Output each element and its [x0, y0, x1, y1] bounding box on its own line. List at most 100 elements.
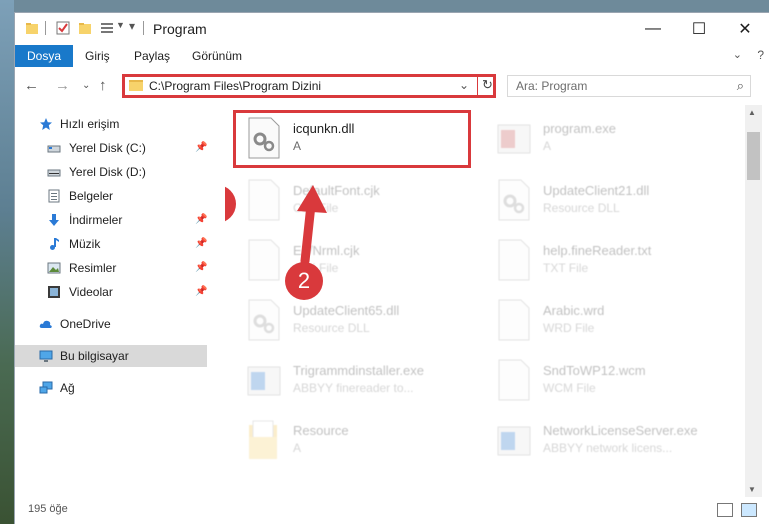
sidebar-item-local-disk-c[interactable]: Yerel Disk (C:) 📌	[15, 137, 207, 159]
sidebar-item-music[interactable]: Müzik 📌	[15, 233, 207, 255]
large-icons-view-icon[interactable]	[741, 503, 757, 517]
exe-icon	[497, 124, 531, 154]
dll-gear-icon	[248, 117, 280, 159]
file-name: UpdateClient21.dll	[543, 183, 650, 198]
download-icon	[49, 214, 59, 226]
tab-view[interactable]: Görünüm	[192, 45, 242, 67]
file-list: icqunkn.dll A DefaultFont.cjk CJK File E…	[225, 105, 745, 495]
file-item[interactable]: UpdateClient65.dll Resource DLL	[237, 295, 477, 355]
sidebar-item-videos[interactable]: Videolar 📌	[15, 281, 207, 303]
address-bar[interactable]: C:\Program Files\Program Dizini ⌄ ↻	[122, 74, 496, 98]
file-type: A	[543, 139, 552, 153]
close-button[interactable]: ✕	[722, 13, 768, 45]
cloud-icon	[39, 320, 52, 328]
file-item[interactable]: NetworkLicenseServer.exe ABBYY network l…	[487, 415, 727, 475]
tab-home[interactable]: Giriş	[85, 45, 110, 67]
properties-icon[interactable]	[56, 21, 70, 35]
sidebar-item-documents[interactable]: Belgeler	[15, 185, 207, 207]
tab-file[interactable]: Dosya	[15, 45, 74, 67]
annotation-badge-2: 2	[285, 262, 323, 300]
sidebar-item-label: Hızlı erişim	[60, 117, 120, 131]
computer-icon	[39, 350, 53, 362]
forward-arrow-icon[interactable]: →	[55, 77, 70, 94]
maximize-button[interactable]: ☐	[676, 13, 722, 45]
item-count: 195 öğe	[28, 503, 68, 515]
file-item[interactable]: program.exe A	[487, 113, 727, 173]
drive-icon	[47, 169, 61, 177]
music-icon	[50, 238, 59, 250]
status-bar: 195 öğe	[15, 497, 769, 524]
file-name: program.exe	[543, 121, 616, 136]
pin-icon[interactable]: 📌	[195, 214, 207, 225]
search-placeholder: Ara: Program	[516, 79, 588, 93]
file-item[interactable]: icqunkn.dll A	[237, 113, 477, 173]
chevron-down-icon[interactable]: ⌄	[459, 78, 469, 92]
file-item[interactable]: Trigrammdinstaller.exe ABBYY finereader …	[237, 355, 477, 415]
exe-icon	[497, 426, 531, 456]
file-type: ABBYY network licens...	[543, 441, 673, 455]
recent-locations-icon[interactable]: ⌄	[82, 80, 90, 91]
sidebar-item-onedrive[interactable]: OneDrive	[15, 313, 207, 335]
file-type: Resource DLL	[293, 321, 370, 335]
file-type: CJK File	[293, 201, 339, 215]
pin-icon[interactable]: 📌	[195, 142, 207, 153]
blank-file-icon	[248, 239, 280, 281]
file-type: WRD File	[543, 321, 595, 335]
details-view-icon[interactable]	[717, 503, 733, 517]
minimize-button[interactable]: —	[630, 13, 676, 45]
sidebar-item-label: Videolar	[69, 285, 113, 299]
annotation-badge-1: 1	[225, 185, 236, 223]
file-name: UpdateClient65.dll	[293, 303, 400, 318]
blank-file-icon	[248, 179, 280, 221]
file-name: Resource	[293, 423, 349, 438]
chevron-down-icon[interactable]: ▼	[116, 20, 125, 30]
address-path[interactable]: C:\Program Files\Program Dizini	[149, 79, 321, 93]
new-folder-icon[interactable]	[78, 21, 92, 35]
folder-doc-icon	[249, 420, 277, 459]
sidebar-item-local-disk-d[interactable]: Yerel Disk (D:)	[15, 161, 207, 183]
back-arrow-icon[interactable]: ←	[24, 77, 39, 94]
vertical-scrollbar[interactable]: ▲ ▼	[745, 105, 762, 497]
customize-icon[interactable]	[100, 21, 114, 35]
expand-ribbon-icon[interactable]: ⌄	[733, 48, 742, 61]
file-item[interactable]: UpdateClient21.dll Resource DLL	[487, 175, 727, 235]
file-item[interactable]: SndToWP12.wcm WCM File	[487, 355, 727, 415]
ribbon-tabs: Dosya Giriş Paylaş Görünüm ⌄ ?	[15, 45, 769, 67]
sidebar-item-downloads[interactable]: İndirmeler 📌	[15, 209, 207, 231]
scroll-down-icon[interactable]: ▼	[748, 485, 756, 494]
search-icon[interactable]: ⌕	[737, 78, 744, 94]
quick-access-dropdown-icon[interactable]: ▾	[129, 19, 135, 33]
refresh-icon[interactable]: ↻	[477, 74, 497, 95]
file-item[interactable]: help.fineReader.txt TXT File	[487, 235, 727, 295]
pin-icon[interactable]: 📌	[195, 262, 207, 273]
navigation-pane: Hızlı erişim Yerel Disk (C:) 📌 Yerel Dis…	[15, 105, 211, 495]
sidebar-item-label: İndirmeler	[69, 213, 123, 227]
search-input[interactable]: Ara: Program ⌕	[507, 75, 751, 97]
sidebar-item-pictures[interactable]: Resimler 📌	[15, 257, 207, 279]
file-item[interactable]: DefaultFont.cjk CJK File	[237, 175, 477, 235]
up-arrow-icon[interactable]: ↑	[99, 77, 107, 94]
pin-icon[interactable]: 📌	[195, 286, 207, 297]
help-icon[interactable]: ?	[757, 48, 764, 62]
file-item[interactable]: Arabic.wrd WRD File	[487, 295, 727, 355]
scroll-thumb[interactable]	[747, 132, 760, 180]
file-item[interactable]: Resource A	[237, 415, 477, 475]
file-name: Trigrammdinstaller.exe	[293, 363, 425, 378]
scroll-up-icon[interactable]: ▲	[748, 108, 756, 117]
star-icon	[40, 118, 52, 130]
pin-icon[interactable]: 📌	[195, 238, 207, 249]
sidebar-item-label: OneDrive	[60, 317, 111, 331]
file-name: NetworkLicenseServer.exe	[543, 423, 698, 438]
pictures-icon	[47, 262, 61, 274]
tab-share[interactable]: Paylaş	[134, 45, 170, 67]
blank-file-icon	[498, 299, 530, 341]
file-name: Arabic.wrd	[543, 303, 605, 318]
exe-icon	[247, 366, 281, 396]
folder-icon	[129, 80, 143, 91]
sidebar-item-quick-access[interactable]: Hızlı erişim	[15, 113, 207, 135]
folder-icon	[26, 23, 38, 34]
sidebar-item-network[interactable]: Ağ	[15, 377, 207, 399]
file-item[interactable]: Ed/Nrml.cjk CJK File	[237, 235, 477, 295]
sidebar-item-this-pc[interactable]: Bu bilgisayar	[15, 345, 207, 367]
sidebar-item-label: Bu bilgisayar	[60, 349, 129, 363]
